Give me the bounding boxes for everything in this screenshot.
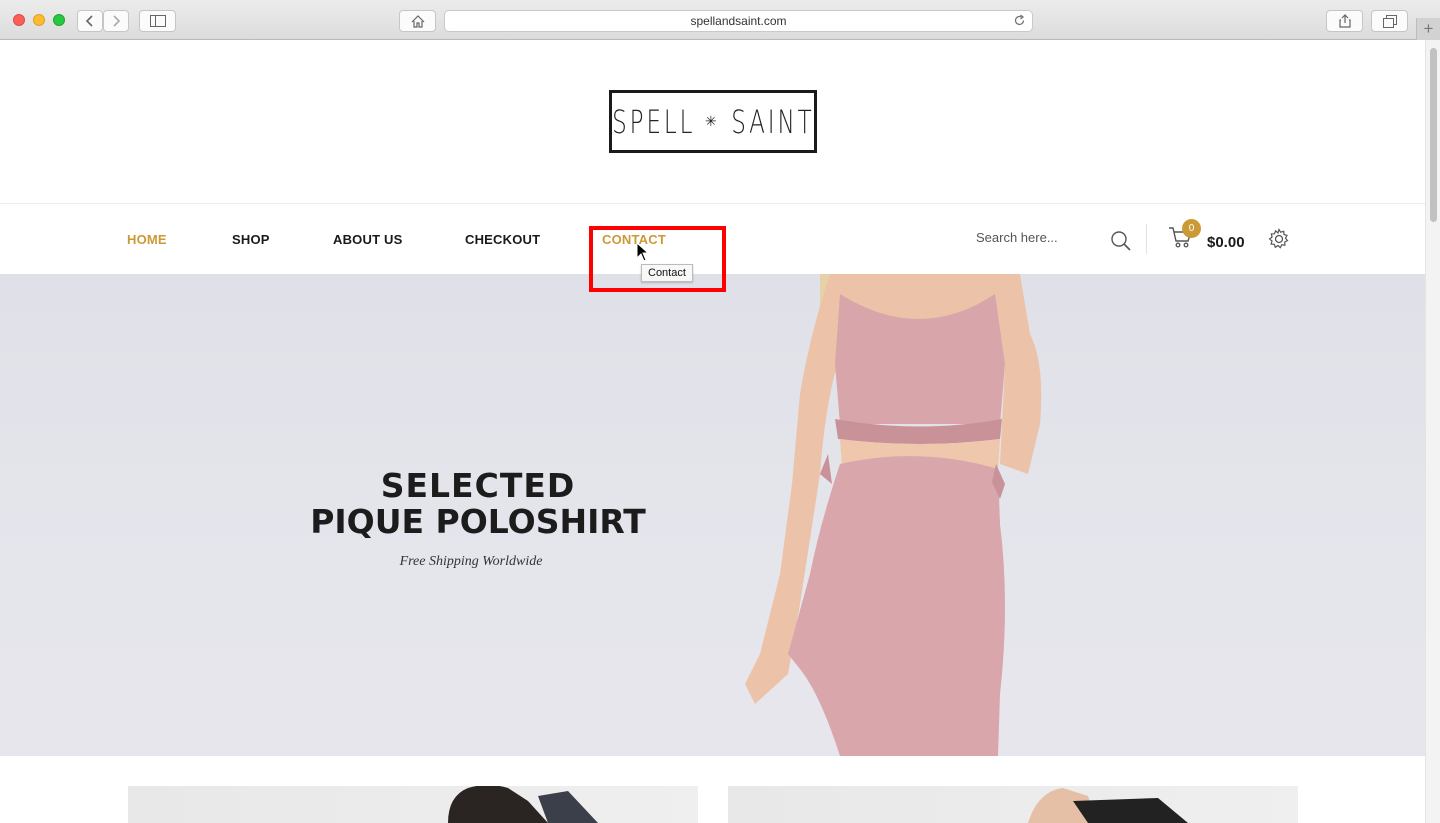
webpage: SPELL ✳ SAINT HOME SHOP ABOUT US CHECKOU…	[0, 40, 1425, 823]
header-divider	[1146, 224, 1147, 254]
vertical-scrollbar[interactable]	[1425, 40, 1440, 823]
close-window-button[interactable]	[13, 14, 25, 26]
sidebar-icon	[149, 15, 166, 27]
mouse-cursor-icon	[636, 242, 650, 262]
site-logo[interactable]: SPELL ✳ SAINT	[609, 90, 817, 153]
logo-text-right: SAINT	[730, 102, 815, 141]
minimize-window-button[interactable]	[33, 14, 45, 26]
contact-highlight-box	[589, 226, 726, 292]
hero-title-line2: PIQUE POLOSHIRT	[310, 502, 646, 541]
reload-icon[interactable]	[1013, 14, 1026, 27]
nav-about-us[interactable]: ABOUT US	[333, 232, 403, 247]
model-image	[745, 274, 1042, 756]
tabs-icon	[1382, 14, 1397, 28]
plus-icon: +	[1423, 19, 1434, 38]
share-button[interactable]	[1326, 10, 1363, 32]
hero-title-line1: SELECTED	[380, 466, 576, 505]
chevron-right-icon	[113, 15, 121, 27]
scrollbar-thumb[interactable]	[1430, 48, 1437, 222]
hero-banner[interactable]: SELECTED PIQUE POLOSHIRT Free Shipping W…	[0, 274, 1425, 756]
url-text: spellandsaint.com	[690, 14, 787, 28]
product-image-2	[1028, 788, 1188, 823]
new-tab-button[interactable]: +	[1416, 18, 1440, 40]
nav-home[interactable]: HOME	[127, 232, 167, 247]
cart-total[interactable]: $0.00	[1207, 234, 1245, 251]
share-icon	[1338, 14, 1351, 28]
gear-icon[interactable]	[1268, 228, 1290, 250]
logo-text-left: SPELL	[611, 102, 695, 141]
nav-divider	[0, 203, 1425, 204]
tabs-overview-button[interactable]	[1371, 10, 1408, 32]
back-button[interactable]	[77, 10, 103, 32]
contact-tooltip: Contact	[641, 264, 693, 282]
sidebar-toggle-button[interactable]	[139, 10, 176, 32]
chevron-left-icon	[85, 15, 93, 27]
cart-count-badge: 0	[1182, 219, 1201, 238]
product-tile-2[interactable]	[728, 786, 1298, 823]
product-image-1	[448, 786, 598, 823]
forward-button[interactable]	[103, 10, 129, 32]
home-button[interactable]	[399, 10, 436, 32]
home-icon	[411, 14, 424, 28]
search-icon[interactable]	[1110, 230, 1132, 252]
nav-checkout[interactable]: CHECKOUT	[465, 232, 540, 247]
product-tile-1[interactable]	[128, 786, 698, 823]
logo-separator: ✳	[705, 113, 721, 130]
hero-subtitle: Free Shipping Worldwide	[399, 554, 543, 569]
search-input[interactable]: Search here...	[976, 230, 1058, 245]
address-bar[interactable]: spellandsaint.com	[444, 10, 1033, 32]
browser-toolbar: spellandsaint.com	[0, 0, 1440, 40]
hero-title: SELECTED PIQUE POLOSHIRT	[300, 468, 656, 540]
zoom-window-button[interactable]	[53, 14, 65, 26]
nav-shop[interactable]: SHOP	[232, 232, 270, 247]
